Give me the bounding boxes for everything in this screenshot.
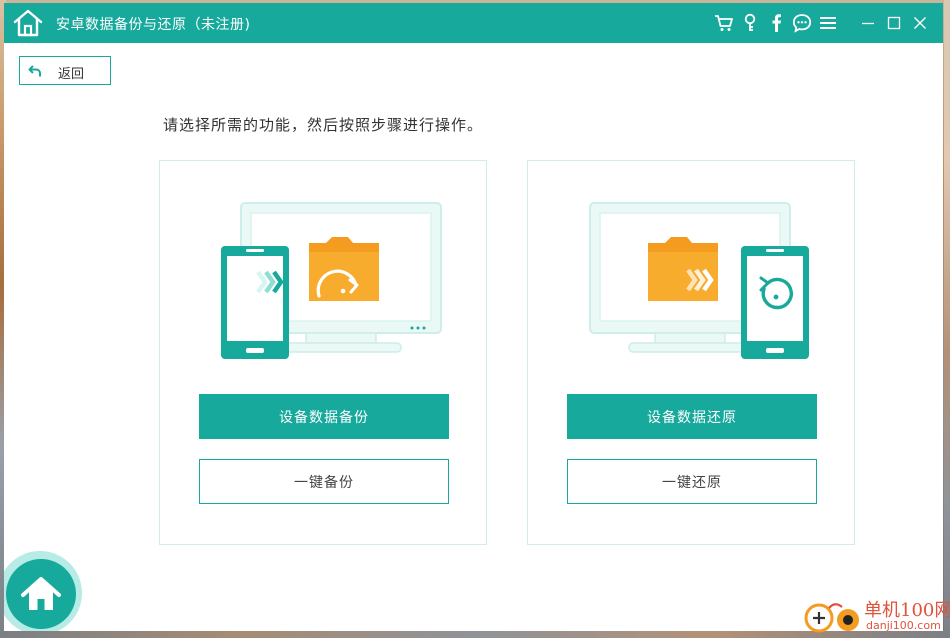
restore-card: 设备数据还原 一键还原: [527, 160, 855, 545]
title-bar: 安卓数据备份与还原（未注册): [4, 3, 943, 43]
facebook-icon[interactable]: [763, 3, 789, 43]
watermark-url: danji100.com: [866, 619, 941, 632]
back-arrow-icon: [28, 63, 42, 77]
desktop-background-right: [944, 0, 950, 638]
app-window: 安卓数据备份与还原（未注册) 返回 请选择所需的功能，然后按照步骤进行操作。 设…: [4, 3, 943, 631]
menu-icon[interactable]: [815, 3, 841, 43]
folder-sync-icon: [309, 237, 379, 301]
window-title: 安卓数据备份与还原（未注册): [56, 17, 251, 33]
back-button-label: 返回: [58, 67, 85, 82]
folder-icon: [648, 237, 718, 301]
home-button[interactable]: [4, 551, 82, 631]
restore-illustration: [528, 161, 856, 381]
home-icon[interactable]: [12, 8, 44, 38]
minimize-icon[interactable]: [855, 3, 881, 43]
watermark-logo-icon: [804, 603, 859, 633]
backup-card: 设备数据备份 一键备份: [159, 160, 487, 545]
device-backup-button[interactable]: 设备数据备份: [199, 394, 449, 439]
chat-icon[interactable]: [789, 3, 815, 43]
device-restore-button[interactable]: 设备数据还原: [567, 394, 817, 439]
phone-icon: [221, 246, 289, 359]
home-icon: [21, 577, 61, 610]
key-icon[interactable]: [737, 3, 763, 43]
back-button[interactable]: 返回: [19, 56, 111, 85]
home-button-inner: [6, 559, 76, 629]
cart-icon[interactable]: [711, 3, 737, 43]
close-icon[interactable]: [907, 3, 933, 43]
title-bar-controls: [711, 3, 933, 43]
maximize-icon[interactable]: [881, 3, 907, 43]
instruction-text: 请选择所需的功能，然后按照步骤进行操作。: [163, 116, 484, 134]
one-click-restore-button[interactable]: 一键还原: [567, 459, 817, 504]
phone-restore-icon: [741, 246, 809, 359]
one-click-backup-button[interactable]: 一键备份: [199, 459, 449, 504]
backup-illustration: [160, 161, 488, 381]
watermark: 单机100网 danji100.com: [802, 596, 950, 638]
